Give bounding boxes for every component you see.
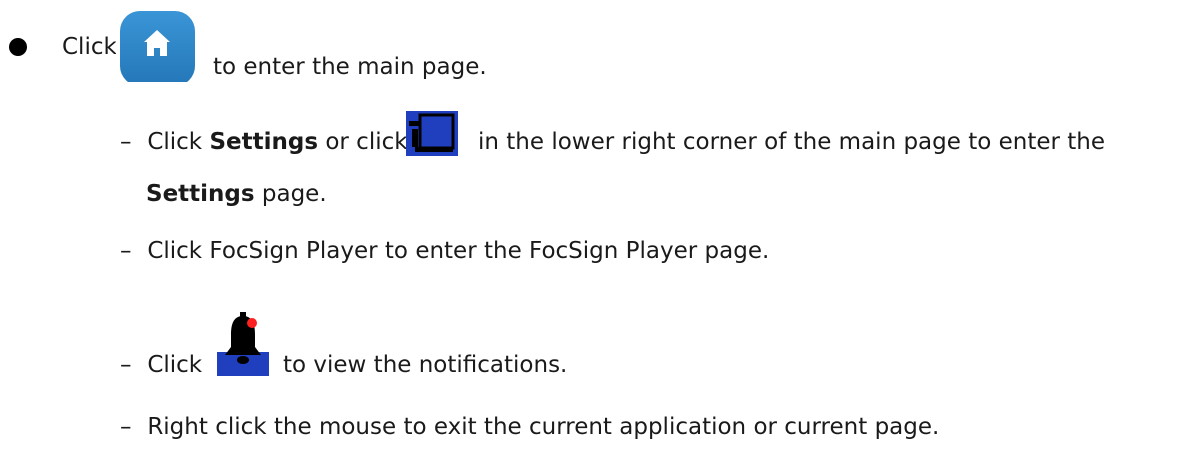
dash: – [120,352,132,378]
list-item-focsign: – Click FocSign Player to enter the FocS… [120,238,770,264]
notification-bell-icon[interactable] [217,301,269,376]
dash: – [120,129,132,155]
list-item-settings: – Click Settings or click [120,129,408,155]
list-item-right-click: – Right click the mouse to exit the curr… [120,414,940,440]
home-icon[interactable] [116,7,199,82]
settings-continuation: Settings page. [146,181,327,207]
list-item-notifications: – Click [120,352,203,378]
bullet-after-icon: to enter the main page. [213,54,487,80]
dash: – [120,238,132,264]
settings-panel-icon[interactable] [406,111,458,156]
settings-after-icon: in the lower right corner of the main pa… [478,129,1106,155]
bullet-click-word: Click [62,34,117,60]
bullet-dot [9,38,27,56]
settings-bold: Settings [209,129,319,155]
notifications-after-icon: to view the notifications. [283,352,568,378]
dash: – [120,414,132,440]
